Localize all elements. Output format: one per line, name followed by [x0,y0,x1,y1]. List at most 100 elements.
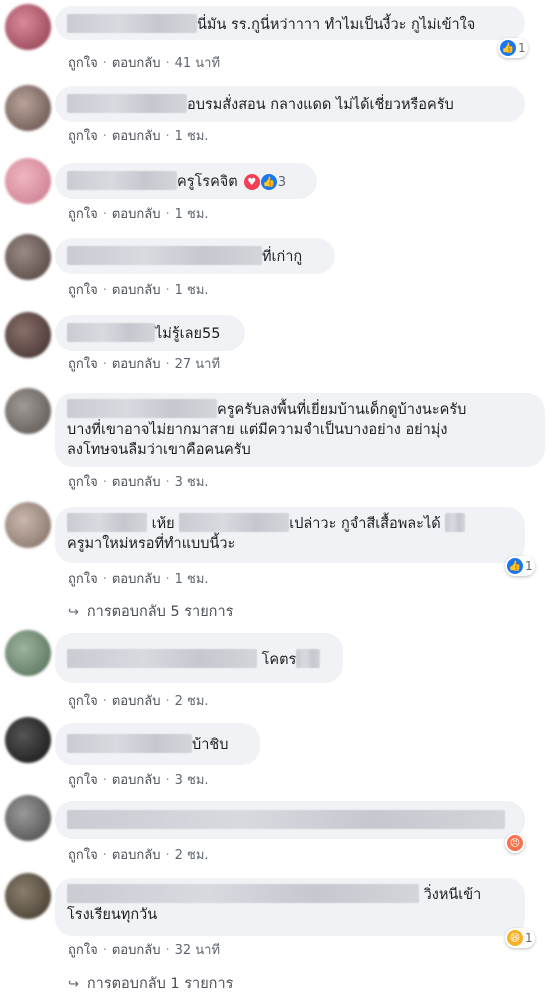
redacted-text [445,513,466,532]
redacted-name [67,171,177,190]
comment-actions: ถูกใจ · ตอบกลับ · 3 ชม. [68,475,209,490]
reaction-count: 1 [525,931,533,945]
avatar[interactable] [5,873,51,919]
avatar[interactable] [5,85,51,131]
reaction-count: 1 [518,41,526,55]
comment-text: ไม่รู้เลย55 [155,326,221,342]
comment-bubble [55,801,525,839]
like-icon: 👍 [500,40,516,56]
redacted-name [67,734,192,753]
comment-bubble: เห้ย เปล่าวะ กูจำสีเสื้อพละได้ ครูมาใหม่… [55,507,525,563]
avatar[interactable] [5,717,51,763]
reply-link[interactable]: ตอบกลับ [112,475,161,490]
reply-link[interactable]: ตอบกลับ [112,848,161,863]
timestamp[interactable]: 2 ชม. [175,848,209,863]
like-link[interactable]: ถูกใจ [68,572,98,587]
timestamp[interactable]: 3 ชม. [175,475,209,490]
comment-text: ลงโทษจนลืมว่าเขาคือคนครับ [67,442,251,458]
like-link[interactable]: ถูกใจ [68,129,98,144]
comment-text: โรงเรียนทุกวัน [67,907,158,923]
like-link[interactable]: ถูกใจ [68,773,98,788]
avatar[interactable] [5,502,51,548]
avatar[interactable] [5,158,51,204]
avatar[interactable] [5,630,51,676]
avatar[interactable] [5,4,51,50]
view-replies-link[interactable]: ↪ การตอบกลับ 5 รายการ [68,600,233,623]
comment-actions: ถูกใจ · ตอบกลับ · 1 ชม. [68,283,209,298]
reply-link[interactable]: ตอบกลับ [112,207,161,222]
reaction-summary[interactable]: ♥ 👍 3 [243,172,286,193]
reply-link[interactable]: ตอบกลับ [112,694,161,709]
comment-actions: ถูกใจ · ตอบกลับ · 1 ชม. [68,572,209,587]
reply-link[interactable]: ตอบกลับ [112,56,161,71]
reply-link[interactable]: ตอบกลับ [112,572,161,587]
avatar[interactable] [5,388,51,434]
comment-text: อบรมสั่งสอน กลางแดด ไม่ได้เชี่ยวหรือครับ [187,97,454,113]
timestamp[interactable]: 2 ชม. [175,694,209,709]
like-link[interactable]: ถูกใจ [68,207,98,222]
haha-icon: 😆 [507,930,523,946]
redacted-name [67,513,147,532]
comment-text: โคตร [261,652,297,668]
timestamp[interactable]: 41 นาที [175,56,220,71]
angry-icon: 😠 [507,835,523,851]
reaction-summary[interactable]: 😠 [505,833,525,853]
comment-text: บางที่เขาอาจไม่ยากมาสาย แต่มีความจำเป็นบ… [67,422,448,438]
comment-text: นี่มัน รร.กูนี่หว่าาาา ทำไมเป็นงี้วะ กูไ… [197,17,476,33]
comment-text: วิ่งหนีเข้า [423,887,482,903]
reply-link[interactable]: ตอบกลับ [112,129,161,144]
redacted-name [67,14,197,33]
comment-text: ครูครับลงพื้นที่เยี่ยมบ้านเด็กดูบ้างนะคร… [217,402,467,418]
timestamp[interactable]: 1 ชม. [175,207,209,222]
comment-bubble: โคตร [55,633,343,683]
like-link[interactable]: ถูกใจ [68,357,98,372]
avatar[interactable] [5,312,51,358]
comment-actions: ถูกใจ · ตอบกลับ · 1 ชม. [68,129,209,144]
like-link[interactable]: ถูกใจ [68,943,98,958]
love-icon: ♥ [243,174,260,190]
comment-bubble: ไม่รู้เลย55 [55,315,245,351]
comment-bubble: ครูครับลงพื้นที่เยี่ยมบ้านเด็กดูบ้างนะคร… [55,393,545,467]
reaction-count: 3 [277,174,286,190]
comment-text: ครูโรคจิต [177,174,238,190]
redacted-text [67,810,505,829]
like-icon: 👍 [260,174,277,190]
view-replies-link[interactable]: ↪ การตอบกลับ 1 รายการ [68,972,233,995]
avatar[interactable] [5,795,51,841]
timestamp[interactable]: 1 ชม. [175,572,209,587]
redacted-name [67,399,217,418]
comment-bubble: ครูโรคจิต ♥ 👍 3 [55,163,317,199]
timestamp[interactable]: 32 นาที [175,943,220,958]
redacted-name [67,649,257,668]
comment-actions: ถูกใจ · ตอบกลับ · 27 นาที [68,357,221,372]
reaction-summary[interactable]: 😆 1 [505,928,535,948]
reaction-summary[interactable]: 👍 1 [505,556,535,576]
timestamp[interactable]: 1 ชม. [175,129,209,144]
comment-actions: ถูกใจ · ตอบกลับ · 2 ชม. [68,694,209,709]
comment-bubble: วิ่งหนีเข้า โรงเรียนทุกวัน [55,878,525,936]
replies-label: การตอบกลับ 1 รายการ [86,976,234,992]
reply-arrow-icon: ↪ [68,605,79,620]
comment-actions: ถูกใจ · ตอบกลับ · 32 นาที [68,943,221,958]
like-link[interactable]: ถูกใจ [68,475,98,490]
like-link[interactable]: ถูกใจ [68,283,98,298]
reply-link[interactable]: ตอบกลับ [112,357,161,372]
comment-bubble: อบรมสั่งสอน กลางแดด ไม่ได้เชี่ยวหรือครับ [55,86,525,122]
avatar[interactable] [5,234,51,280]
timestamp[interactable]: 3 ชม. [175,773,209,788]
reply-link[interactable]: ตอบกลับ [112,943,161,958]
like-link[interactable]: ถูกใจ [68,56,98,71]
redacted-name [67,94,187,113]
reaction-summary[interactable]: 👍 1 [498,38,528,58]
comment-bubble: บ้าชิบ [55,723,260,765]
timestamp[interactable]: 1 ชม. [175,283,209,298]
reply-link[interactable]: ตอบกลับ [112,283,161,298]
like-link[interactable]: ถูกใจ [68,848,98,863]
timestamp[interactable]: 27 นาที [175,357,220,372]
comment-actions: ถูกใจ · ตอบกลับ · 3 ชม. [68,773,209,788]
comment-actions: ถูกใจ · ตอบกลับ · 2 ชม. [68,848,209,863]
reply-link[interactable]: ตอบกลับ [112,773,161,788]
replies-label: การตอบกลับ 5 รายการ [86,604,234,620]
comment-bubble: ที่เก่ากู [55,238,335,274]
like-link[interactable]: ถูกใจ [68,694,98,709]
